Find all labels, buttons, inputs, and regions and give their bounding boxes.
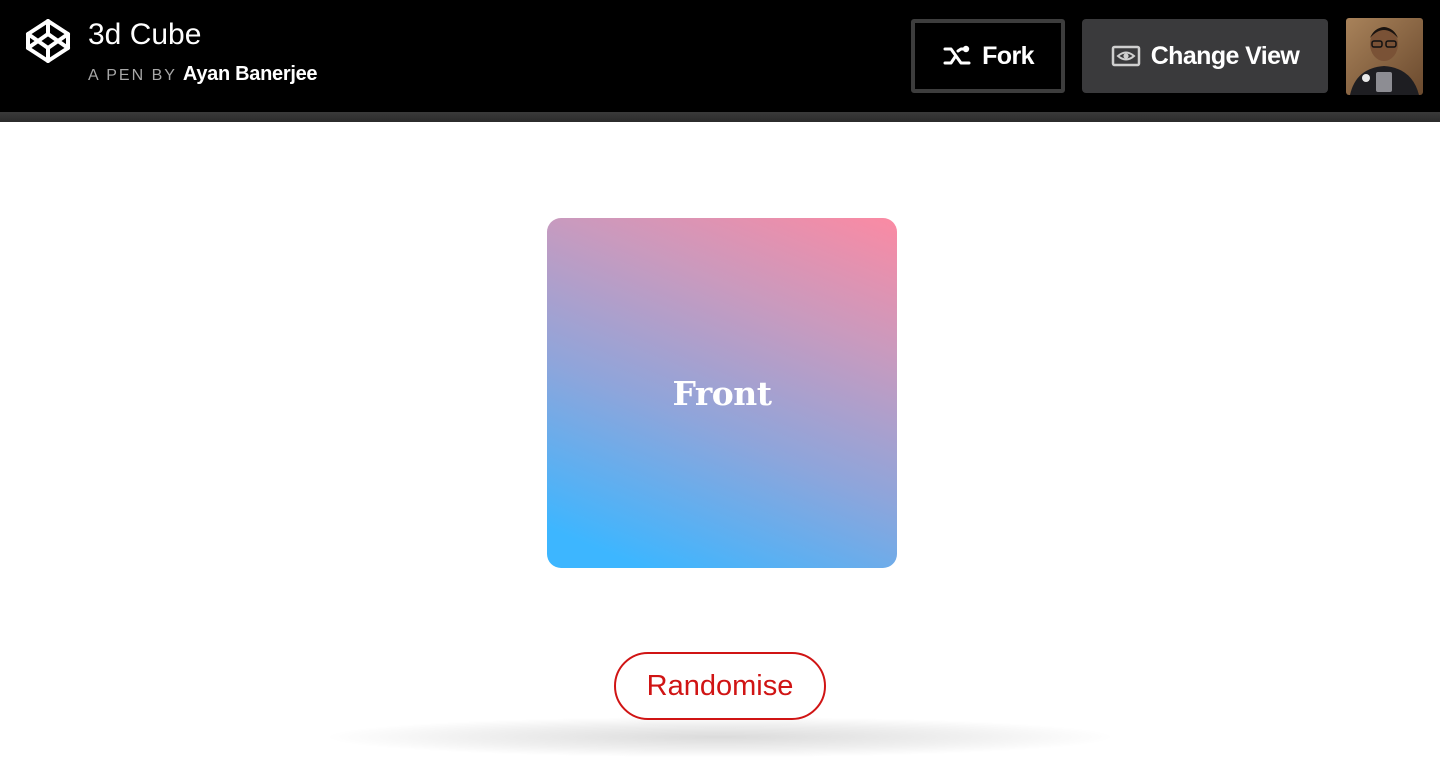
change-view-button-label: Change View [1150, 41, 1300, 70]
user-avatar[interactable] [1346, 18, 1423, 95]
cube-shadow [330, 717, 1110, 757]
top-bar-divider [0, 112, 1440, 122]
cube-front-face: Front [547, 218, 897, 568]
fork-button-label: Fork [982, 41, 1034, 70]
randomise-button[interactable]: Randomise [614, 652, 826, 720]
fork-icon [943, 45, 971, 65]
cube-face-label: Front [672, 373, 772, 413]
change-view-button[interactable]: Change View [1082, 19, 1328, 93]
top-bar: 3d Cube A PEN BY Ayan Banerjee Fork Chan… [0, 0, 1440, 112]
eye-icon [1111, 45, 1140, 67]
pen-title: 3d Cube [88, 18, 202, 51]
byline: A PEN BY Ayan Banerjee [88, 63, 318, 91]
byline-prefix: A PEN BY [88, 67, 177, 84]
author-link[interactable]: Ayan Banerjee [183, 63, 318, 86]
codepen-logo-icon[interactable] [24, 17, 72, 65]
preview-stage: Front Randomise [0, 122, 1440, 757]
fork-button[interactable]: Fork [911, 19, 1065, 93]
